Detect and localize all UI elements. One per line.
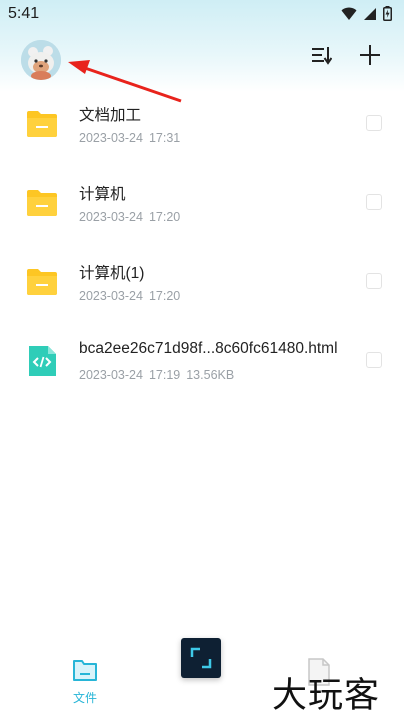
html-file-icon [29,346,56,376]
list-item[interactable]: 计算机(1) 2023-03-24 17:20 [0,248,404,327]
scan-icon [190,647,212,669]
watermark: 大玩客 [272,676,381,716]
file-date: 2023-03-24 [79,368,143,382]
bottom-nav: 文件 大玩客 [0,630,404,720]
file-date: 2023-03-24 [79,289,143,303]
file-time: 17:19 [148,368,181,382]
list-item[interactable]: 计算机 2023-03-24 17:20 [0,169,404,248]
folder-outline-icon [73,660,97,681]
file-name: 计算机 [79,186,126,203]
folder-icon [27,190,57,216]
nav-files-tab[interactable]: 文件 [62,658,108,706]
file-list: 文档加工 2023-03-24 17:31 计算机 2023-03-24 17:20 [0,90,404,406]
nav-files-label: 文件 [72,691,97,705]
file-time: 17:31 [148,131,181,145]
file-meta: 2023-03-24 17:20 [79,210,186,224]
file-time: 17:20 [148,210,181,224]
file-name: 文档加工 [79,107,142,124]
file-name: bca2ee26c71d98f...8c60fc61480.html [79,340,338,357]
select-checkbox[interactable] [366,194,382,210]
file-size: 13.56KB [186,368,235,382]
file-name: 计算机(1) [79,265,145,282]
folder-icon [27,111,57,137]
file-meta: 2023-03-24 17:20 [79,289,186,303]
select-checkbox[interactable] [366,352,382,368]
scan-button[interactable] [181,638,221,678]
folder-icon [27,269,57,295]
file-date: 2023-03-24 [79,131,143,145]
file-meta: 2023-03-24 17:31 [79,131,186,145]
file-meta: 2023-03-24 17:19 13.56KB [79,368,240,382]
file-time: 17:20 [148,289,181,303]
select-checkbox[interactable] [366,273,382,289]
list-item[interactable]: 文档加工 2023-03-24 17:31 [0,90,404,169]
file-date: 2023-03-24 [79,210,143,224]
list-item[interactable]: bca2ee26c71d98f...8c60fc61480.html 2023-… [0,327,404,406]
select-checkbox[interactable] [366,115,382,131]
file-manager-screen: 5:41 文档加工 2023-03-24 17:31 计算机 2023-03-2… [0,0,404,720]
